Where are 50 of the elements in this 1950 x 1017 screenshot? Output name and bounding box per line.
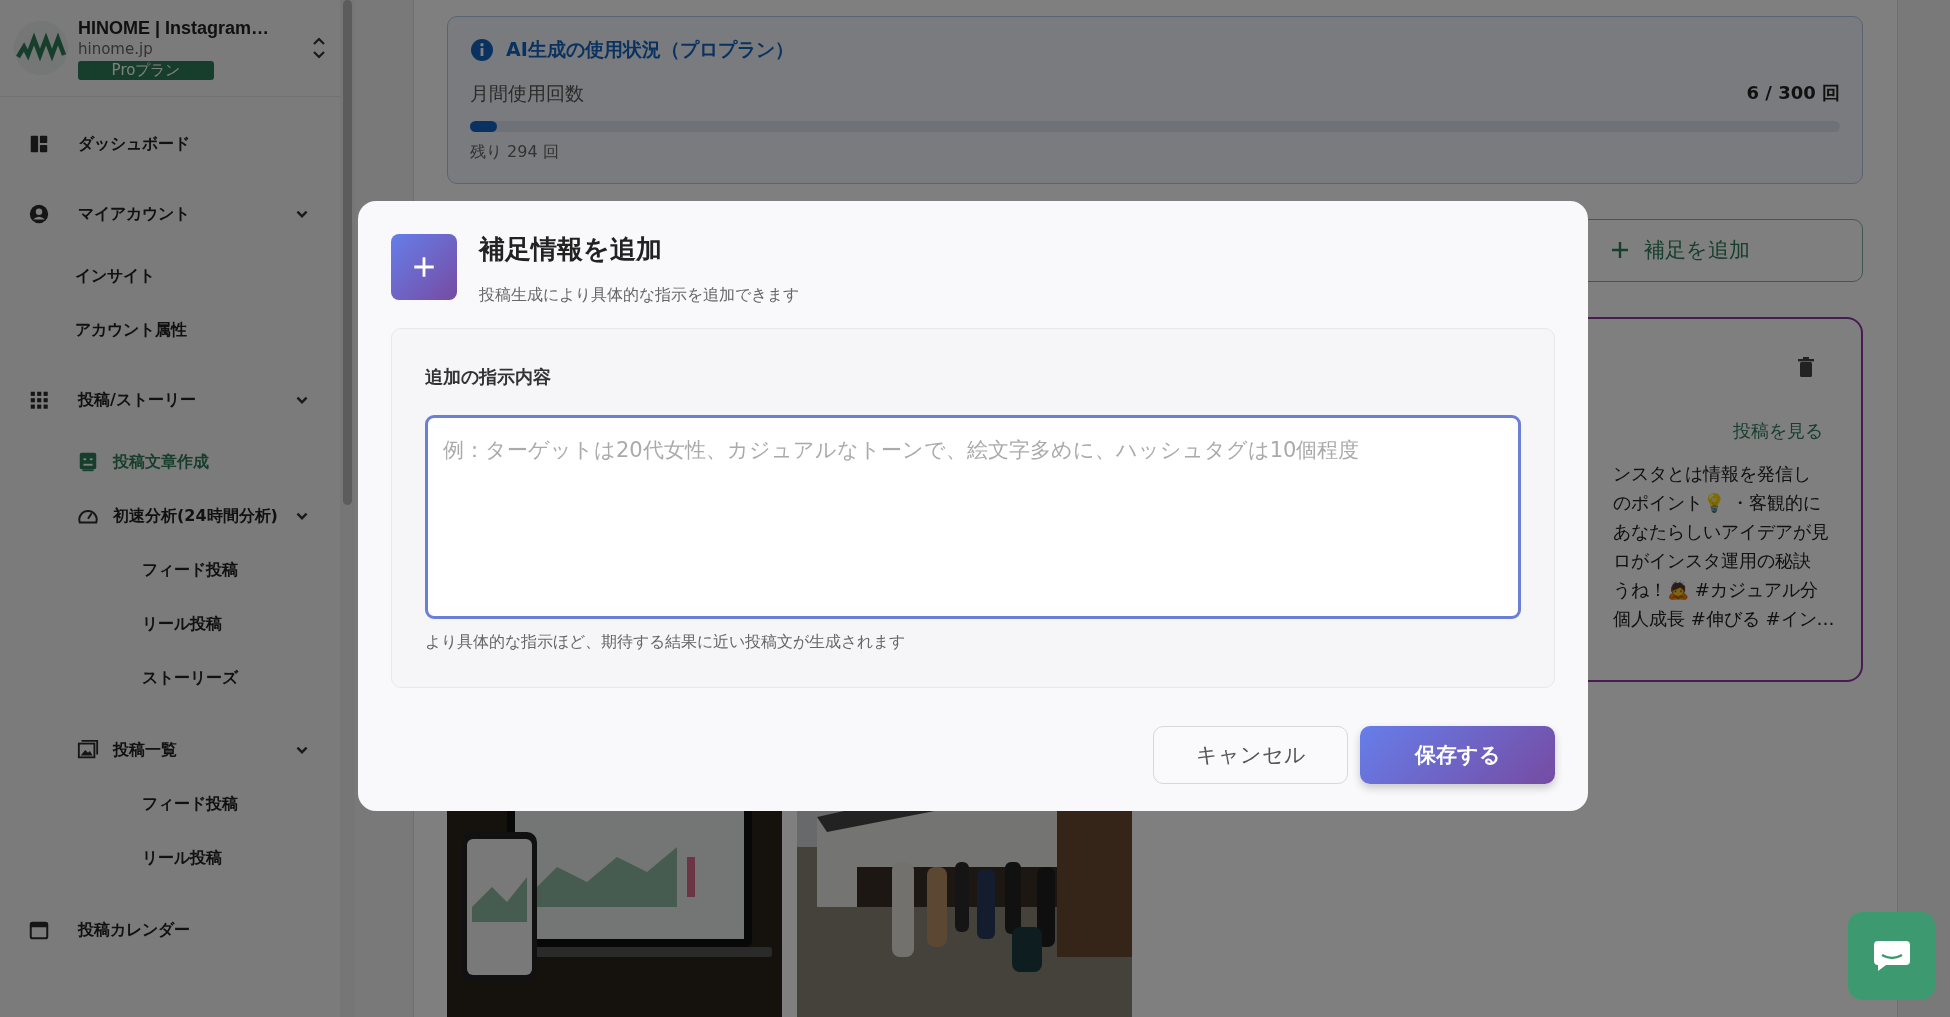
cal-icon (28, 919, 50, 941)
nav-item[interactable]: フィード投稿 (0, 777, 340, 831)
nav-item[interactable]: リール投稿 (0, 831, 340, 885)
chat-button[interactable] (1848, 912, 1935, 1000)
nav-item[interactable]: 投稿一覧 (0, 723, 340, 777)
field-hint: より具体的な指示ほど、期待する結果に近い投稿文が生成されます (425, 632, 906, 653)
usage-count: 6 / 300 回 (1746, 81, 1840, 105)
nav-item[interactable]: 初速分析(24時間分析) (0, 489, 340, 543)
post-text-line: のポイント💡 ・客観的に (1613, 490, 1822, 515)
post-text-line: うね！🙇 #カジュアル分 (1613, 577, 1819, 602)
grid-icon (28, 389, 50, 411)
dialog-title: 補足情報を追加 (479, 233, 663, 266)
nav-item[interactable]: ストーリーズ (0, 651, 340, 705)
usage-label: 月間使用回数 (470, 81, 584, 106)
view-post-link[interactable]: 投稿を見る (1733, 418, 1823, 443)
scrollbar[interactable] (343, 0, 352, 505)
nav-item[interactable]: アカウント属性 (0, 303, 340, 357)
nav-item[interactable]: インサイト (0, 249, 340, 303)
plan-badge: Proプラン (78, 61, 214, 80)
trash-icon[interactable] (1798, 356, 1814, 377)
cancel-button[interactable]: キャンセル (1153, 726, 1348, 784)
logo-icon (14, 21, 68, 75)
nav-item[interactable]: リール投稿 (0, 597, 340, 651)
image-icon (77, 739, 99, 761)
switch-icon[interactable] (312, 35, 326, 61)
post-text-line: ロがインスタ運用の秘訣 (1613, 548, 1812, 573)
info-icon (470, 38, 494, 62)
usage-title: AI生成の使用状況（プロプラン） (506, 37, 794, 62)
post-text-line: 個人成長 #伸びる #イン… (1613, 606, 1835, 631)
nav-item[interactable]: マイアカウント (0, 187, 340, 241)
nav-item[interactable]: 投稿文章作成 (0, 435, 340, 489)
nav-item[interactable]: 投稿/ストーリー (0, 373, 340, 427)
field-label: 追加の指示内容 (425, 365, 552, 389)
instruction-field[interactable]: 例：ターゲットは20代女性、カジュアルなトーンで、絵文字多めに、ハッシュタグは10個程度 (425, 415, 1521, 619)
dialog-subtitle: 投稿生成により具体的な指示を追加できます (479, 285, 799, 306)
account-domain: hinome.jp (78, 40, 154, 59)
save-button[interactable]: 保存する (1360, 726, 1555, 784)
nav-item[interactable]: ダッシュボード (0, 117, 340, 171)
plus-icon (1610, 240, 1630, 261)
nav-item[interactable]: 投稿カレンダー (0, 903, 340, 957)
chat-icon (1871, 939, 1912, 973)
account-name: HINOME | Instagram… (78, 17, 271, 40)
dash-icon (28, 133, 50, 155)
post-text-line: ンスタとは情報を発信し (1613, 461, 1812, 486)
nav-item[interactable]: フィード投稿 (0, 543, 340, 597)
remaining-count: 残り 294 回 (470, 142, 560, 163)
plus-icon (391, 234, 457, 300)
document-icon (77, 451, 99, 473)
post-text-line: あなたらしいアイデアが見 (1613, 519, 1830, 544)
user-icon (28, 203, 50, 225)
